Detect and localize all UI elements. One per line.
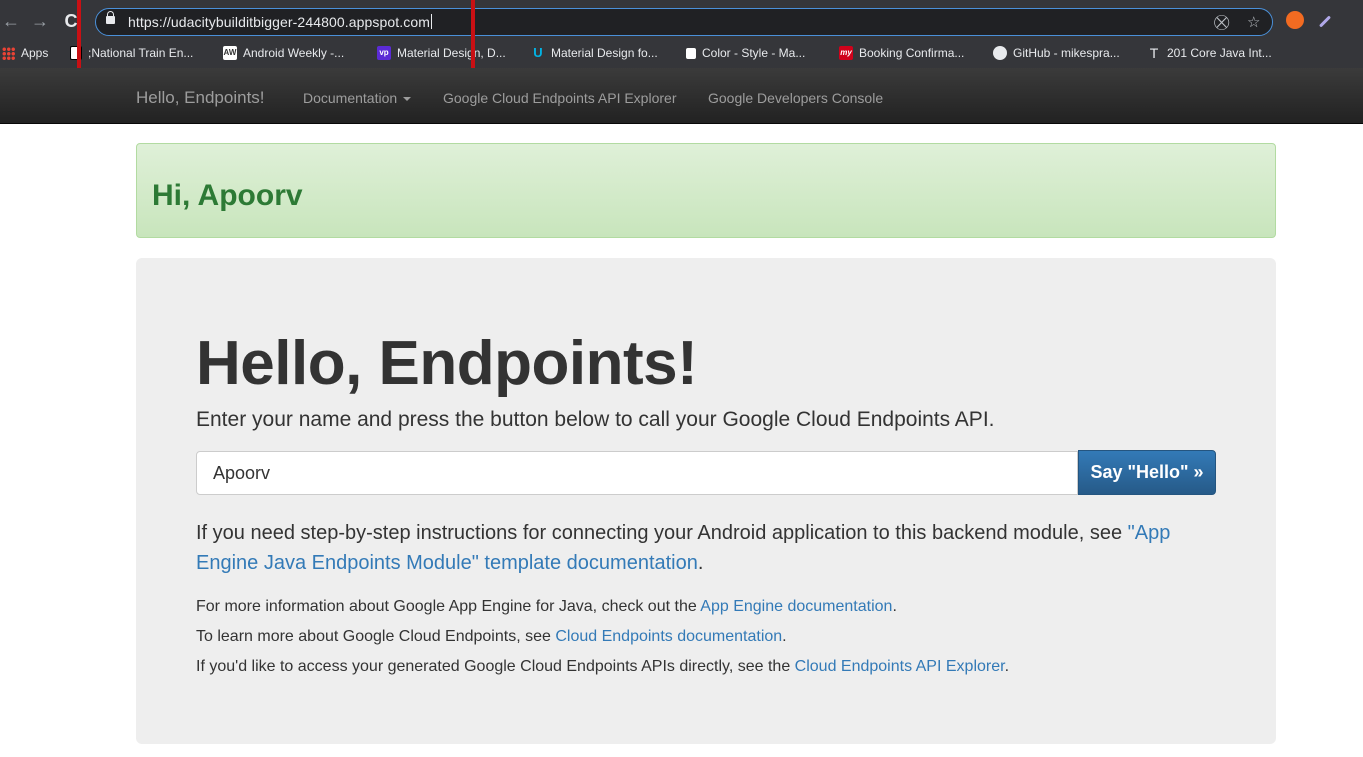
- bookmark-apps[interactable]: Apps: [2, 46, 48, 60]
- info-text: For more information about Google App En…: [196, 598, 701, 615]
- lock-icon: [106, 11, 115, 24]
- info-end: .: [1004, 658, 1010, 675]
- greeting-text: Hi, Apoorv: [152, 179, 303, 212]
- endpoints-docs-link[interactable]: Cloud Endpoints documentation: [555, 628, 782, 645]
- bookmark-label: Apps: [21, 46, 49, 60]
- instructions-end: .: [697, 552, 704, 574]
- bookmark-label: GitHub - mikespra...: [1013, 46, 1120, 60]
- star-bookmark-icon[interactable]: ☆: [1247, 14, 1260, 32]
- name-input[interactable]: [196, 451, 1078, 495]
- github-icon: [993, 46, 1007, 60]
- forward-icon[interactable]: →: [29, 10, 51, 32]
- jumbotron: Hello, Endpoints! Enter your name and pr…: [136, 258, 1276, 744]
- info-text: To learn more about Google Cloud Endpoin…: [196, 628, 556, 645]
- app-engine-docs-link[interactable]: App Engine documentation: [700, 598, 892, 615]
- bookmark-label: Material Design, D...: [397, 46, 506, 60]
- bookmark-label: 201 Core Java Int...: [1167, 46, 1272, 60]
- extension-icon[interactable]: [1286, 11, 1304, 29]
- navbar-brand[interactable]: Hello, Endpoints!: [136, 88, 265, 108]
- bookmark-github[interactable]: GitHub - mikespra...: [993, 46, 1120, 60]
- info-line-app-engine: For more information about Google App En…: [196, 598, 897, 616]
- nav-documentation-dropdown[interactable]: Documentation: [303, 90, 412, 106]
- t-icon: T: [1149, 45, 1159, 61]
- info-end: .: [782, 628, 787, 645]
- bookmark-label: ;National Train En...: [88, 46, 194, 60]
- eyedropper-icon[interactable]: [1318, 15, 1332, 28]
- browser-chrome: ← → C https://udacitybuilditbigger-24480…: [0, 0, 1363, 68]
- apps-grid-icon: [2, 46, 15, 60]
- page-navbar: Hello, Endpoints! Documentation Google C…: [0, 68, 1363, 124]
- bookmarks-bar: Apps ;National Train En... AW Android We…: [0, 42, 1363, 66]
- info-line-endpoints: To learn more about Google Cloud Endpoin…: [196, 628, 787, 646]
- nav-developers-console[interactable]: Google Developers Console: [708, 90, 883, 106]
- vp-icon: vp: [377, 46, 391, 60]
- info-end: .: [892, 598, 897, 615]
- my-icon: my: [839, 46, 853, 60]
- chevron-down-icon: [403, 97, 412, 102]
- info-line-api-explorer: If you'd like to access your generated G…: [196, 658, 1009, 676]
- bookmark-material-design-d[interactable]: vp Material Design, D...: [377, 46, 506, 60]
- nav-api-explorer[interactable]: Google Cloud Endpoints API Explorer: [443, 90, 676, 106]
- page-bottom: [0, 744, 1363, 757]
- bookmark-booking[interactable]: my Booking Confirma...: [839, 46, 964, 60]
- api-explorer-link[interactable]: Cloud Endpoints API Explorer: [795, 658, 1005, 675]
- bookmark-label: Booking Confirma...: [859, 46, 965, 60]
- bookmark-core-java[interactable]: T 201 Core Java Int...: [1147, 46, 1272, 60]
- info-text: If you'd like to access your generated G…: [196, 658, 795, 675]
- instructions-text: If you need step-by-step instructions fo…: [196, 522, 1128, 544]
- page-title: Hello, Endpoints!: [196, 329, 698, 398]
- bookmark-android-weekly[interactable]: AW Android Weekly -...: [223, 46, 344, 60]
- bookmark-color-style[interactable]: Color - Style - Ma...: [686, 46, 805, 60]
- say-hello-button[interactable]: Say "Hello" »: [1078, 450, 1216, 495]
- reload-icon[interactable]: C: [60, 10, 82, 32]
- greeting-alert: Hi, Apoorv: [136, 143, 1276, 238]
- page-icon: [70, 46, 82, 60]
- aw-icon: AW: [223, 46, 237, 60]
- instructions-paragraph: If you need step-by-step instructions fo…: [196, 518, 1186, 578]
- address-bar[interactable]: https://udacitybuilditbigger-244800.apps…: [95, 8, 1273, 36]
- bookmark-label: Material Design fo...: [551, 46, 658, 60]
- back-icon[interactable]: ←: [0, 10, 22, 32]
- extension-blocked-icon[interactable]: ⛒: [1214, 14, 1229, 32]
- udacity-icon: U: [533, 45, 543, 60]
- bookmark-national-train[interactable]: ;National Train En...: [70, 46, 193, 60]
- page-icon: [686, 47, 696, 59]
- url-text[interactable]: https://udacitybuilditbigger-244800.apps…: [128, 14, 433, 30]
- bookmark-material-design-fo[interactable]: U Material Design fo...: [531, 45, 658, 61]
- bookmark-label: Color - Style - Ma...: [702, 46, 806, 60]
- bookmark-label: Android Weekly -...: [243, 46, 345, 60]
- lead-text: Enter your name and press the button bel…: [196, 408, 995, 431]
